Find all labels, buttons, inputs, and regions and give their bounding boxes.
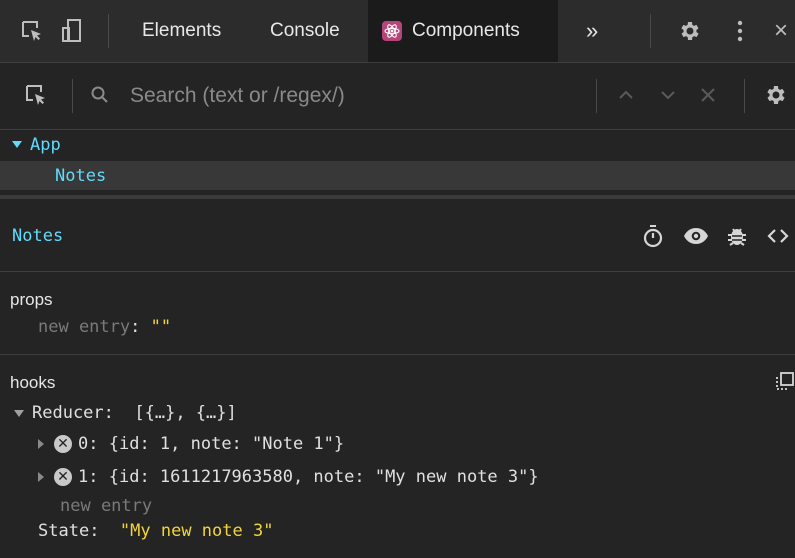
- hook-state-key: State: [38, 521, 90, 541]
- copy-icon[interactable]: [772, 368, 795, 394]
- caret-right-icon[interactable]: [38, 439, 44, 449]
- section-divider: [0, 354, 795, 355]
- close-label: ×: [773, 17, 788, 44]
- colon-separator: :: [103, 403, 135, 423]
- colon-separator: :: [88, 467, 109, 487]
- hooks-section-title: hooks: [10, 373, 56, 392]
- tab-components[interactable]: Components: [368, 0, 558, 62]
- caret-right-icon[interactable]: [38, 472, 44, 482]
- bug-icon[interactable]: [724, 223, 750, 249]
- select-component-icon[interactable]: [22, 81, 50, 109]
- hook-reducer-row[interactable]: Reducer: [{…}, {…}]: [14, 403, 237, 423]
- tab-console[interactable]: Console: [256, 0, 354, 62]
- devtools-tabbar: Elements Console Components » ×: [0, 0, 795, 63]
- colon-separator: :: [88, 434, 109, 454]
- search-toolbar: [0, 63, 795, 130]
- more-tabs-button[interactable]: »: [572, 0, 612, 62]
- props-section-title: props: [10, 290, 53, 309]
- gear-icon[interactable]: [762, 81, 790, 109]
- inspector-header: Notes: [0, 199, 795, 272]
- tree-item-label: Notes: [55, 165, 107, 186]
- hook-state-row[interactable]: State: "My new note 3": [38, 521, 273, 541]
- eye-icon[interactable]: [683, 223, 709, 249]
- tab-label: Console: [270, 20, 340, 41]
- props-new-entry-row[interactable]: new entry: "": [38, 317, 171, 337]
- toolbar-divider: [72, 79, 73, 113]
- tree-item-label: App: [30, 134, 61, 155]
- toolbar-divider: [596, 79, 597, 113]
- hook-item-value: {id: 1611217963580, note: "My new note 3…: [108, 467, 539, 487]
- tab-label: Elements: [142, 20, 222, 41]
- selected-component-name: Notes: [12, 226, 64, 246]
- tree-item-notes[interactable]: Notes: [0, 161, 795, 190]
- tree-item-app[interactable]: App: [0, 130, 795, 159]
- hook-item-value: {id: 1, note: "Note 1"}: [108, 434, 345, 454]
- vertical-dots-icon[interactable]: [726, 17, 754, 45]
- hook-reducer-value: [{…}, {…}]: [134, 403, 237, 423]
- close-icon[interactable]: ×: [767, 17, 795, 45]
- colon-separator: :: [89, 521, 120, 541]
- search-icon: [86, 81, 114, 109]
- hook-item-index: 0: [78, 434, 89, 454]
- new-entry-value[interactable]: "": [151, 317, 171, 337]
- component-tree: App Notes: [0, 130, 795, 195]
- chevron-up-icon[interactable]: [612, 81, 640, 109]
- search-input[interactable]: [128, 79, 572, 113]
- hook-reducer-key: Reducer: [32, 403, 104, 423]
- tabbar-divider: [108, 14, 109, 48]
- chevron-double-right-icon: »: [586, 18, 599, 43]
- toolbar-divider: [744, 79, 745, 113]
- hook-item-index: 1: [78, 467, 89, 487]
- clear-search-icon[interactable]: [694, 81, 722, 109]
- code-brackets-icon[interactable]: [765, 223, 791, 249]
- gear-icon[interactable]: [676, 17, 704, 45]
- hook-item-row[interactable]: ✕ 1: {id: 1611217963580, note: "My new no…: [38, 467, 539, 487]
- new-entry-key[interactable]: new entry: [38, 317, 130, 337]
- inspect-element-icon[interactable]: [18, 17, 46, 45]
- stopwatch-icon[interactable]: [640, 223, 666, 249]
- caret-down-icon[interactable]: [12, 141, 30, 148]
- caret-down-icon[interactable]: [14, 409, 24, 417]
- chevron-down-icon[interactable]: [654, 81, 682, 109]
- tabbar-divider: [650, 14, 651, 48]
- hook-state-value[interactable]: "My new note 3": [120, 521, 274, 541]
- hook-new-entry[interactable]: new entry: [60, 496, 152, 516]
- tab-label: Components: [412, 20, 520, 41]
- colon-separator: :: [130, 317, 151, 337]
- react-logo-icon: [382, 21, 402, 41]
- hook-item-row[interactable]: ✕ 0: {id: 1, note: "Note 1"}: [38, 434, 344, 454]
- delete-item-icon[interactable]: ✕: [54, 435, 72, 453]
- device-toolbar-icon[interactable]: [58, 17, 86, 45]
- delete-item-icon[interactable]: ✕: [54, 468, 72, 486]
- tab-elements[interactable]: Elements: [128, 0, 235, 62]
